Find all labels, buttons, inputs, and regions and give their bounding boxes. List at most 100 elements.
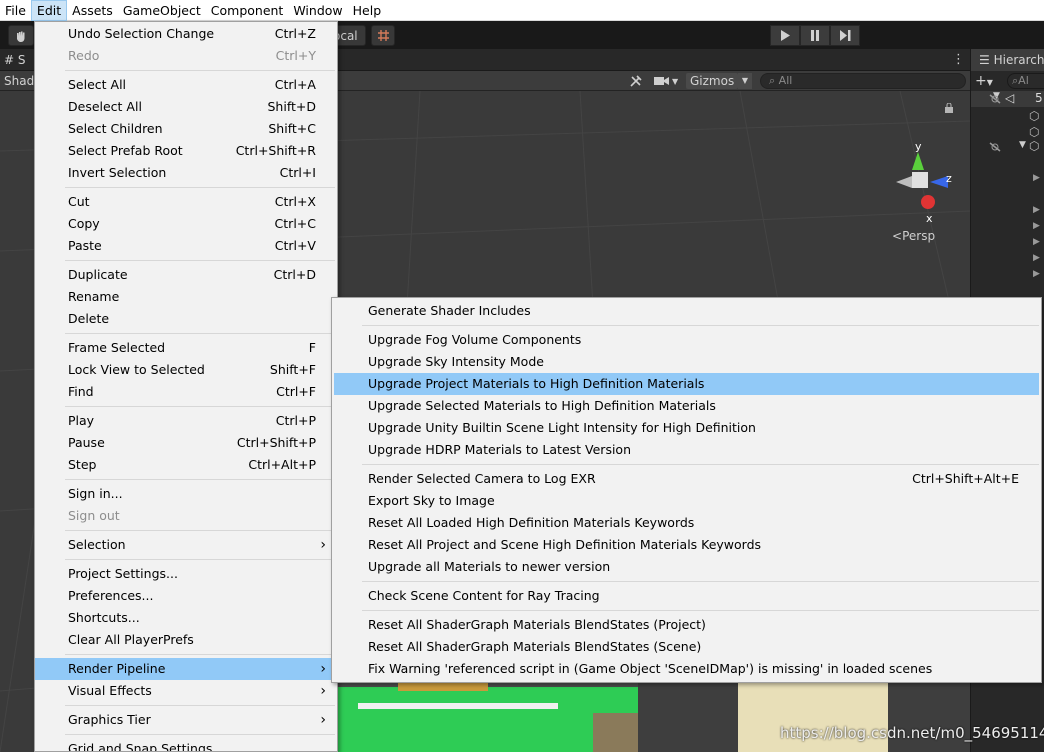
menu-item-redo[interactable]: Redo Ctrl+Y [35,45,337,67]
hierarchy-search-input[interactable]: ⌕Al [1007,73,1044,89]
menu-item-shortcuts[interactable]: Shortcuts... [35,607,337,629]
menu-item-project-settings[interactable]: Project Settings... [35,563,337,585]
menu-item-select-prefab-root[interactable]: Select Prefab Root Ctrl+Shift+R [35,140,337,162]
menu-item-lock-view[interactable]: Lock View to Selected Shift+F [35,359,337,381]
expand-arrow-icon[interactable]: ▶ [1033,269,1040,279]
gizmos-dropdown-arrow[interactable]: ▼ [738,73,752,89]
menu-edit[interactable]: Edit [30,0,68,21]
menu-item-paste[interactable]: Paste Ctrl+V [35,235,337,257]
menu-item-play[interactable]: Play Ctrl+P [35,410,337,432]
submenu-item-label: Render Selected Camera to Log EXR [368,471,596,486]
submenu-item-upgrade-hdrp-materials[interactable]: Upgrade HDRP Materials to Latest Version [334,439,1039,461]
expand-arrow-icon[interactable]: ▶ [1033,237,1040,247]
submenu-item-generate-shader-includes[interactable]: Generate Shader Includes [334,300,1039,322]
menu-item-preferences[interactable]: Preferences... [35,585,337,607]
hierarchy-scene-row[interactable]: ▼ ◁ 5 [971,91,1044,107]
submenu-item-reset-blendstates-scene[interactable]: Reset All ShaderGraph Materials BlendSta… [334,636,1039,658]
menu-item-copy[interactable]: Copy Ctrl+C [35,213,337,235]
menu-item-duplicate[interactable]: Duplicate Ctrl+D [35,264,337,286]
menu-item-graphics-tier[interactable]: Graphics Tier › [35,709,337,731]
step-icon [839,30,850,41]
submenu-item-upgrade-project-materials[interactable]: Upgrade Project Materials to High Defini… [334,373,1039,395]
menu-item-rename[interactable]: Rename [35,286,337,308]
step-button[interactable] [830,25,860,46]
hand-icon [17,31,25,42]
lock-icon[interactable] [944,101,954,113]
menu-item-find[interactable]: Find Ctrl+F [35,381,337,403]
menu-item-shortcut: F [308,340,316,355]
more-options-icon[interactable]: ⋮ [952,52,965,67]
scene-search-input[interactable]: ⌕ All [760,73,966,89]
expand-arrow-icon[interactable]: ▶ [1033,221,1040,231]
menu-item-sign-out[interactable]: Sign out [35,505,337,527]
hierarchy-tab[interactable]: ☰ Hierarch [971,49,1044,71]
menu-item-label: Find [68,384,94,399]
camera-dropdown[interactable]: ▼ [654,73,682,89]
submenu-item-upgrade-sky-intensity[interactable]: Upgrade Sky Intensity Mode [334,351,1039,373]
submenu-item-reset-loaded-keywords[interactable]: Reset All Loaded High Definition Materia… [334,512,1039,534]
menu-assets[interactable]: Assets [67,0,118,21]
menu-item-visual-effects[interactable]: Visual Effects › [35,680,337,702]
axis-x-label: x [926,212,933,225]
submenu-item-upgrade-fog-volume[interactable]: Upgrade Fog Volume Components [334,329,1039,351]
menu-window[interactable]: Window [288,0,347,21]
menu-component[interactable]: Component [206,0,289,21]
menu-item-pause[interactable]: Pause Ctrl+Shift+P [35,432,337,454]
submenu-item-upgrade-selected-materials[interactable]: Upgrade Selected Materials to High Defin… [334,395,1039,417]
expand-arrow-icon[interactable]: ▶ [1033,173,1040,183]
scene-tab[interactable]: # S [4,49,26,71]
visibility-icon[interactable] [989,141,1001,153]
menu-item-shortcut: Shift+D [267,99,316,114]
visibility-icon[interactable] [989,93,1001,105]
menu-item-sign-in[interactable]: Sign in... [35,483,337,505]
menu-help[interactable]: Help [348,0,387,21]
submenu-item-export-sky[interactable]: Export Sky to Image [334,490,1039,512]
expand-arrow-icon[interactable]: ▶ [1033,205,1040,215]
menu-item-grid-snap-settings[interactable]: Grid and Snap Settings... [35,738,337,751]
menu-separator [35,556,337,563]
submenu-item-reset-project-keywords[interactable]: Reset All Project and Scene High Definit… [334,534,1039,556]
menu-item-delete[interactable]: Delete [35,308,337,330]
menu-gameobject[interactable]: GameObject [118,0,206,21]
menu-item-step[interactable]: Step Ctrl+Alt+P [35,454,337,476]
submenu-item-upgrade-all-materials[interactable]: Upgrade all Materials to newer version [334,556,1039,578]
menu-file[interactable]: File [0,0,31,21]
submenu-item-check-ray-tracing[interactable]: Check Scene Content for Ray Tracing [334,585,1039,607]
tools-icon[interactable] [628,73,644,89]
submenu-item-reset-blendstates-project[interactable]: Reset All ShaderGraph Materials BlendSta… [334,614,1039,636]
menu-item-frame-selected[interactable]: Frame Selected F [35,337,337,359]
perspective-label[interactable]: <Persp [892,229,935,243]
menu-item-label: Redo [68,48,100,63]
edit-menu: Undo Selection Change Ctrl+Z Redo Ctrl+Y S… [34,21,338,752]
grid-snap-button[interactable] [371,25,395,46]
submenu-item-label: Upgrade Sky Intensity Mode [368,354,544,369]
play-button[interactable] [770,25,800,46]
pause-button[interactable] [800,25,830,46]
menu-item-render-pipeline[interactable]: Render Pipeline › [35,658,337,680]
menu-item-selection[interactable]: Selection › [35,534,337,556]
menu-separator [35,403,337,410]
shading-mode-dropdown[interactable]: Shad [4,71,34,91]
menu-item-label: Select Children [68,121,163,136]
expand-arrow-icon[interactable]: ▶ [1033,253,1040,263]
menu-item-cut[interactable]: Cut Ctrl+X [35,191,337,213]
hand-tool-button[interactable] [8,25,34,46]
axis-gizmo-icon: y z x [896,140,952,225]
menu-item-undo[interactable]: Undo Selection Change Ctrl+Z [35,23,337,45]
menu-item-invert-selection[interactable]: Invert Selection Ctrl+I [35,162,337,184]
menu-item-select-children[interactable]: Select Children Shift+C [35,118,337,140]
menu-item-label: Clear All PlayerPrefs [68,632,194,647]
menu-item-shortcut: Ctrl+Alt+P [248,457,316,472]
hierarchy-add-button[interactable]: +▼ [975,72,993,90]
orientation-gizmo[interactable]: y z x <Persp [882,136,962,246]
menu-item-deselect-all[interactable]: Deselect All Shift+D [35,96,337,118]
submenu-item-fix-sceneidmap-warning[interactable]: Fix Warning 'referenced script in (Game … [334,658,1039,680]
submenu-item-upgrade-builtin-light[interactable]: Upgrade Unity Builtin Scene Light Intens… [334,417,1039,439]
gizmos-button[interactable]: Gizmos [686,73,739,89]
menu-item-label: Select Prefab Root [68,143,183,158]
menu-item-clear-playerprefs[interactable]: Clear All PlayerPrefs [35,629,337,651]
menu-item-select-all[interactable]: Select All Ctrl+A [35,74,337,96]
expand-arrow-icon[interactable]: ▼ [1019,140,1026,150]
submenu-item-render-camera-exr[interactable]: Render Selected Camera to Log EXR Ctrl+Sh… [334,468,1039,490]
render-pipeline-submenu: Generate Shader Includes Upgrade Fog Vol… [331,297,1042,683]
